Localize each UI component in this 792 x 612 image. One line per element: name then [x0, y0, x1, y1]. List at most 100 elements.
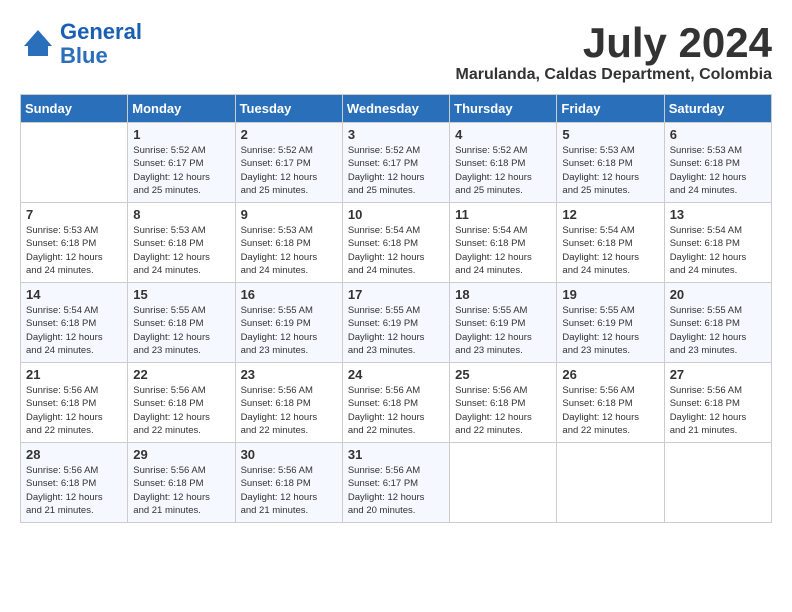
day-number: 27: [670, 367, 766, 382]
day-info: Sunrise: 5:54 AM Sunset: 6:18 PM Dayligh…: [455, 224, 551, 277]
day-number: 18: [455, 287, 551, 302]
day-info: Sunrise: 5:56 AM Sunset: 6:18 PM Dayligh…: [348, 384, 444, 437]
day-header-thursday: Thursday: [450, 95, 557, 123]
day-cell: 24 Sunrise: 5:56 AM Sunset: 6:18 PM Dayli…: [342, 363, 449, 443]
day-number: 25: [455, 367, 551, 382]
day-cell: 21 Sunrise: 5:56 AM Sunset: 6:18 PM Dayli…: [21, 363, 128, 443]
day-info: Sunrise: 5:56 AM Sunset: 6:17 PM Dayligh…: [348, 464, 444, 517]
day-header-friday: Friday: [557, 95, 664, 123]
day-number: 22: [133, 367, 229, 382]
day-info: Sunrise: 5:52 AM Sunset: 6:17 PM Dayligh…: [133, 144, 229, 197]
day-cell: 13Sunrise: 5:54 AM Sunset: 6:18 PM Dayli…: [664, 203, 771, 283]
page-header: General Blue July 2024 Marulanda, Caldas…: [20, 20, 772, 84]
day-cell: 15 Sunrise: 5:55 AM Sunset: 6:18 PM Dayli…: [128, 283, 235, 363]
calendar-table: SundayMondayTuesdayWednesdayThursdayFrid…: [20, 94, 772, 523]
day-cell: 7 Sunrise: 5:53 AM Sunset: 6:18 PM Daylig…: [21, 203, 128, 283]
day-info: Sunrise: 5:56 AM Sunset: 6:18 PM Dayligh…: [26, 384, 122, 437]
day-info: Sunrise: 5:52 AM Sunset: 6:17 PM Dayligh…: [348, 144, 444, 197]
day-number: 3: [348, 127, 444, 142]
day-info: Sunrise: 5:54 AM Sunset: 6:18 PM Dayligh…: [562, 224, 658, 277]
day-cell: 3 Sunrise: 5:52 AM Sunset: 6:17 PM Daylig…: [342, 123, 449, 203]
day-number: 2: [241, 127, 337, 142]
day-info: Sunrise: 5:54 AM Sunset: 6:18 PM Dayligh…: [670, 224, 766, 277]
day-number: 28: [26, 447, 122, 462]
day-number: 15: [133, 287, 229, 302]
day-cell: [21, 123, 128, 203]
day-cell: 23 Sunrise: 5:56 AM Sunset: 6:18 PM Dayli…: [235, 363, 342, 443]
day-info: Sunrise: 5:56 AM Sunset: 6:18 PM Dayligh…: [133, 384, 229, 437]
day-cell: 31Sunrise: 5:56 AM Sunset: 6:17 PM Dayli…: [342, 443, 449, 523]
day-number: 29: [133, 447, 229, 462]
day-cell: 26Sunrise: 5:56 AM Sunset: 6:18 PM Dayli…: [557, 363, 664, 443]
day-info: Sunrise: 5:53 AM Sunset: 6:18 PM Dayligh…: [133, 224, 229, 277]
day-cell: 22 Sunrise: 5:56 AM Sunset: 6:18 PM Dayli…: [128, 363, 235, 443]
day-cell: 18 Sunrise: 5:55 AM Sunset: 6:19 PM Dayli…: [450, 283, 557, 363]
logo-text: General Blue: [60, 20, 142, 68]
day-number: 19: [562, 287, 658, 302]
location: Marulanda, Caldas Department, Colombia: [455, 66, 772, 84]
day-info: Sunrise: 5:56 AM Sunset: 6:18 PM Dayligh…: [241, 384, 337, 437]
day-number: 30: [241, 447, 337, 462]
day-cell: 27 Sunrise: 5:56 AM Sunset: 6:18 PM Dayli…: [664, 363, 771, 443]
day-cell: 1 Sunrise: 5:52 AM Sunset: 6:17 PM Daylig…: [128, 123, 235, 203]
day-number: 17: [348, 287, 444, 302]
day-info: Sunrise: 5:56 AM Sunset: 6:18 PM Dayligh…: [670, 384, 766, 437]
day-number: 21: [26, 367, 122, 382]
day-number: 24: [348, 367, 444, 382]
month-year: July 2024: [455, 20, 772, 66]
day-cell: 12 Sunrise: 5:54 AM Sunset: 6:18 PM Dayli…: [557, 203, 664, 283]
day-cell: [557, 443, 664, 523]
title-block: July 2024 Marulanda, Caldas Department, …: [455, 20, 772, 84]
day-number: 14: [26, 287, 122, 302]
day-cell: 14 Sunrise: 5:54 AM Sunset: 6:18 PM Dayli…: [21, 283, 128, 363]
day-info: Sunrise: 5:54 AM Sunset: 6:18 PM Dayligh…: [26, 304, 122, 357]
header-row: SundayMondayTuesdayWednesdayThursdayFrid…: [21, 95, 772, 123]
day-number: 12: [562, 207, 658, 222]
day-info: Sunrise: 5:56 AM Sunset: 6:18 PM Dayligh…: [241, 464, 337, 517]
day-number: 8: [133, 207, 229, 222]
day-number: 4: [455, 127, 551, 142]
day-cell: 20Sunrise: 5:55 AM Sunset: 6:18 PM Dayli…: [664, 283, 771, 363]
day-cell: 11Sunrise: 5:54 AM Sunset: 6:18 PM Dayli…: [450, 203, 557, 283]
day-number: 1: [133, 127, 229, 142]
day-info: Sunrise: 5:52 AM Sunset: 6:18 PM Dayligh…: [455, 144, 551, 197]
day-header-tuesday: Tuesday: [235, 95, 342, 123]
day-info: Sunrise: 5:55 AM Sunset: 6:19 PM Dayligh…: [455, 304, 551, 357]
day-info: Sunrise: 5:55 AM Sunset: 6:18 PM Dayligh…: [133, 304, 229, 357]
day-info: Sunrise: 5:56 AM Sunset: 6:18 PM Dayligh…: [26, 464, 122, 517]
day-cell: 4 Sunrise: 5:52 AM Sunset: 6:18 PM Daylig…: [450, 123, 557, 203]
day-number: 6: [670, 127, 766, 142]
week-row-5: 28 Sunrise: 5:56 AM Sunset: 6:18 PM Dayli…: [21, 443, 772, 523]
day-header-saturday: Saturday: [664, 95, 771, 123]
day-cell: 16Sunrise: 5:55 AM Sunset: 6:19 PM Dayli…: [235, 283, 342, 363]
week-row-1: 1 Sunrise: 5:52 AM Sunset: 6:17 PM Daylig…: [21, 123, 772, 203]
week-row-3: 14 Sunrise: 5:54 AM Sunset: 6:18 PM Dayli…: [21, 283, 772, 363]
logo: General Blue: [20, 20, 142, 68]
day-info: Sunrise: 5:56 AM Sunset: 6:18 PM Dayligh…: [562, 384, 658, 437]
day-info: Sunrise: 5:54 AM Sunset: 6:18 PM Dayligh…: [348, 224, 444, 277]
day-number: 5: [562, 127, 658, 142]
day-info: Sunrise: 5:53 AM Sunset: 6:18 PM Dayligh…: [241, 224, 337, 277]
day-number: 23: [241, 367, 337, 382]
day-info: Sunrise: 5:53 AM Sunset: 6:18 PM Dayligh…: [26, 224, 122, 277]
day-number: 9: [241, 207, 337, 222]
day-info: Sunrise: 5:53 AM Sunset: 6:18 PM Dayligh…: [670, 144, 766, 197]
day-cell: 10 Sunrise: 5:54 AM Sunset: 6:18 PM Dayli…: [342, 203, 449, 283]
day-cell: 5 Sunrise: 5:53 AM Sunset: 6:18 PM Daylig…: [557, 123, 664, 203]
day-number: 16: [241, 287, 337, 302]
day-info: Sunrise: 5:52 AM Sunset: 6:17 PM Dayligh…: [241, 144, 337, 197]
day-cell: 19 Sunrise: 5:55 AM Sunset: 6:19 PM Dayli…: [557, 283, 664, 363]
day-info: Sunrise: 5:56 AM Sunset: 6:18 PM Dayligh…: [455, 384, 551, 437]
day-cell: 8 Sunrise: 5:53 AM Sunset: 6:18 PM Daylig…: [128, 203, 235, 283]
day-info: Sunrise: 5:53 AM Sunset: 6:18 PM Dayligh…: [562, 144, 658, 197]
day-number: 7: [26, 207, 122, 222]
day-number: 10: [348, 207, 444, 222]
day-header-wednesday: Wednesday: [342, 95, 449, 123]
day-info: Sunrise: 5:55 AM Sunset: 6:19 PM Dayligh…: [348, 304, 444, 357]
day-cell: 9 Sunrise: 5:53 AM Sunset: 6:18 PM Daylig…: [235, 203, 342, 283]
day-number: 20: [670, 287, 766, 302]
day-header-monday: Monday: [128, 95, 235, 123]
week-row-2: 7 Sunrise: 5:53 AM Sunset: 6:18 PM Daylig…: [21, 203, 772, 283]
day-info: Sunrise: 5:55 AM Sunset: 6:19 PM Dayligh…: [562, 304, 658, 357]
day-cell: 2 Sunrise: 5:52 AM Sunset: 6:17 PM Daylig…: [235, 123, 342, 203]
